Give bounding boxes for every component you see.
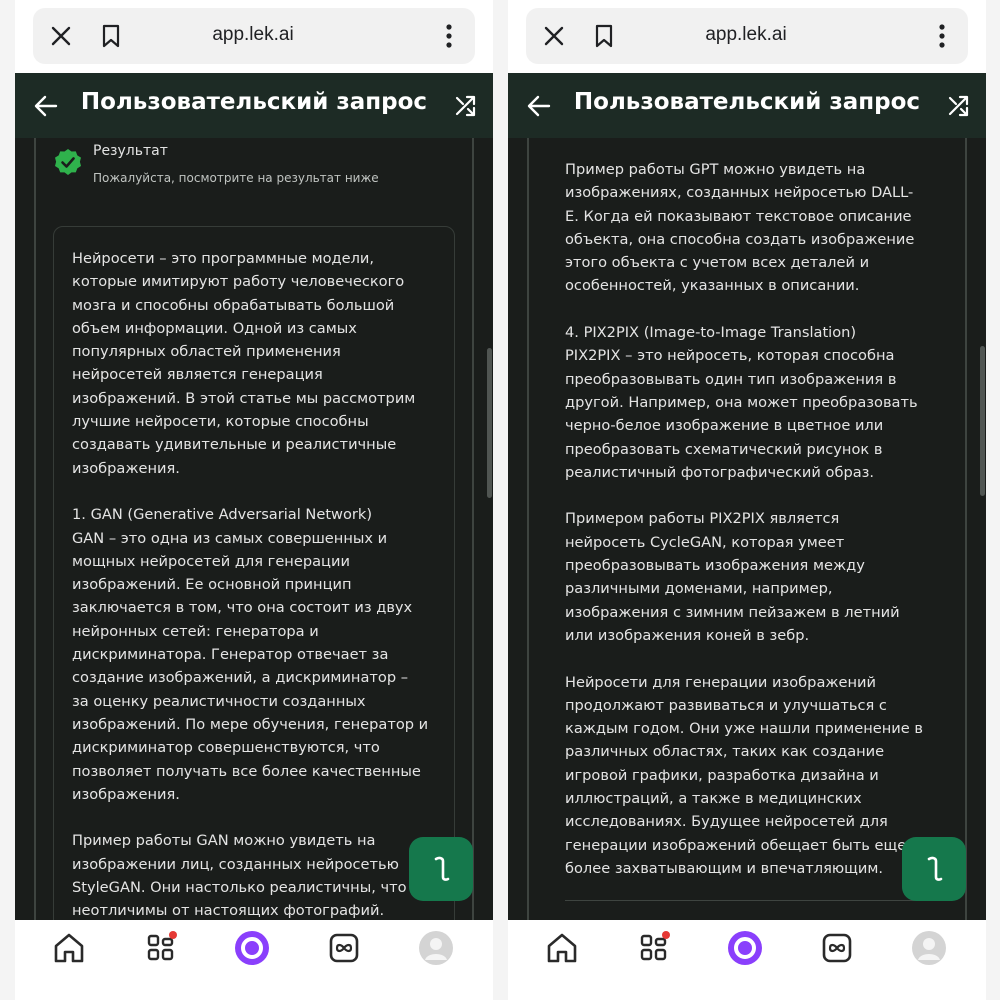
close-icon[interactable]	[49, 24, 73, 48]
more-vertical-icon[interactable]	[437, 22, 461, 50]
text-input-fab[interactable]	[409, 837, 473, 901]
alice-icon[interactable]	[234, 930, 270, 966]
app-header: Пользовательский запрос	[15, 73, 493, 138]
content-area[interactable]: Результат Пожалуйста, посмотрите на резу…	[15, 138, 493, 920]
arrow-left-icon[interactable]	[33, 93, 59, 119]
url-text[interactable]: app.lek.ai	[646, 24, 846, 46]
frame-line-right	[472, 138, 474, 920]
content-area[interactable]: Пример работы GPT можно увидеть на изобр…	[508, 138, 986, 920]
url-text[interactable]: app.lek.ai	[153, 24, 353, 46]
bookmark-icon[interactable]	[99, 23, 123, 49]
bottom-navigation	[508, 920, 986, 1000]
result-title: Результат	[93, 143, 168, 159]
home-icon[interactable]	[51, 930, 87, 966]
arrow-left-icon[interactable]	[526, 93, 552, 119]
home-icon[interactable]	[544, 930, 580, 966]
profile-icon[interactable]	[418, 930, 454, 966]
media-icon[interactable]	[819, 930, 855, 966]
more-vertical-icon[interactable]	[930, 22, 954, 50]
app-header: Пользовательский запрос	[508, 73, 986, 138]
result-text: Нейросети – это программные модели, кото…	[72, 250, 429, 920]
scrollbar[interactable]	[487, 348, 492, 498]
services-icon[interactable]	[143, 930, 179, 966]
bottom-navigation	[15, 920, 493, 1000]
check-circle-icon	[55, 149, 81, 175]
close-icon[interactable]	[542, 24, 566, 48]
services-icon[interactable]	[636, 930, 672, 966]
bookmark-icon[interactable]	[592, 23, 616, 49]
result-subtitle: Пожалуйста, посмотрите на результат ниже	[93, 171, 379, 185]
result-text: Пример работы GPT можно увидеть на изобр…	[565, 161, 923, 877]
frame-line-left	[34, 138, 36, 920]
shuffle-icon[interactable]	[453, 93, 479, 119]
text-cursor-icon	[434, 856, 450, 881]
scrollbar[interactable]	[980, 346, 985, 496]
page-title: Пользовательский запрос	[573, 89, 921, 115]
text-input-fab[interactable]	[902, 837, 966, 901]
frame-line-right	[965, 138, 967, 920]
frame-line-left	[527, 138, 529, 920]
browser-url-bar: app.lek.ai	[526, 8, 968, 64]
shuffle-icon[interactable]	[946, 93, 972, 119]
alice-icon[interactable]	[727, 930, 763, 966]
profile-icon[interactable]	[911, 930, 947, 966]
phone-screen-left: app.lek.ai Пользовательский запрос Резул…	[15, 0, 493, 1000]
browser-url-bar: app.lek.ai	[33, 8, 475, 64]
phone-screen-right: app.lek.ai Пользовательский запрос Приме…	[508, 0, 986, 1000]
divider	[565, 900, 925, 901]
page-title: Пользовательский запрос	[80, 89, 428, 115]
media-icon[interactable]	[326, 930, 362, 966]
text-cursor-icon	[927, 856, 943, 881]
